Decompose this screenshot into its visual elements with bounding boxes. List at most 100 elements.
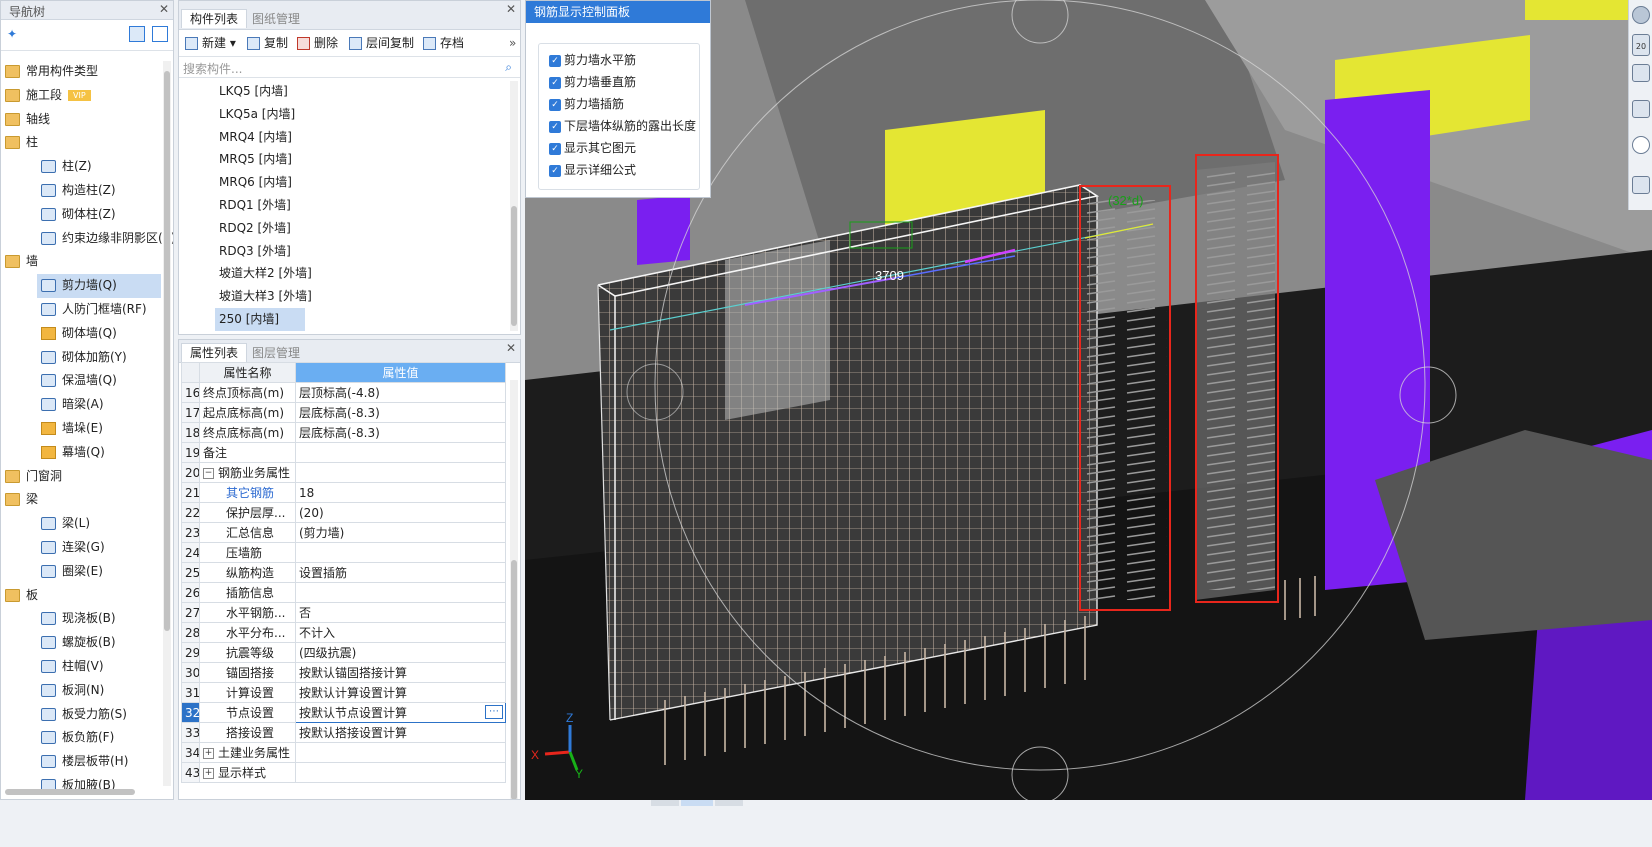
properties-scrollbar[interactable] (510, 380, 518, 799)
status-tab-3[interactable] (715, 800, 743, 806)
nav-tree-hscrollbar[interactable] (5, 789, 135, 795)
property-value[interactable]: 按默认搭接设置计算 (295, 722, 506, 743)
property-row[interactable]: 24 压墙筋 (181, 542, 506, 563)
detail-view-icon[interactable] (152, 26, 168, 42)
sphere-view-icon[interactable] (1632, 6, 1650, 24)
nav-item[interactable]: 砌体墙(Q) (1, 322, 159, 346)
tab-properties[interactable]: 属性列表 (181, 343, 248, 362)
property-row[interactable]: 18 终点底标高(m) 层底标高(-8.3) (181, 422, 506, 443)
box-view-icon[interactable] (1632, 100, 1650, 118)
checkbox-icon[interactable]: ✓ (549, 76, 561, 89)
property-value[interactable] (295, 742, 506, 763)
nav-item[interactable]: 砌体加筋(Y) (1, 346, 159, 370)
nav-item[interactable]: 暗梁(A) (1, 393, 159, 417)
sparkle-icon[interactable]: ✦ (7, 27, 17, 41)
nav-item[interactable]: 梁 (1, 488, 159, 512)
property-row[interactable]: 19 备注 (181, 442, 506, 463)
property-value[interactable]: 层顶标高(-4.8) (295, 382, 506, 403)
component-list-item[interactable]: 250 [内墙] (215, 307, 305, 331)
rebar-option-checkbox[interactable]: ✓ 剪力墙插筋 (549, 96, 624, 112)
component-list-item[interactable]: RDQ1 [外墙] (179, 194, 509, 217)
property-row[interactable]: 34 + 土建业务属性 (181, 742, 506, 763)
nav-item[interactable]: 施工段 VIP (1, 84, 159, 108)
close-icon[interactable]: ✕ (506, 2, 516, 16)
nav-item[interactable]: 圈梁(E) (1, 560, 159, 584)
rebar-option-checkbox[interactable]: ✓ 显示其它图元 (549, 140, 636, 156)
delete-button[interactable]: 删除 (297, 34, 338, 52)
property-row[interactable]: 25 纵筋构造 设置插筋 (181, 562, 506, 583)
nav-item[interactable]: 板洞(N) (1, 679, 159, 703)
property-row[interactable]: 33 搭接设置 按默认搭接设置计算 (181, 722, 506, 743)
component-list-item[interactable]: MRQ6 [内墙] (179, 171, 509, 194)
property-value[interactable]: 按默认节点设置计算 ⋯ (295, 702, 506, 723)
component-list-item[interactable]: MRQ5 [内墙] (179, 148, 509, 171)
checkbox-icon[interactable]: ✓ (549, 120, 561, 133)
rebar-option-checkbox[interactable]: ✓ 下层墙体纵筋的露出长度 (549, 118, 696, 134)
property-value[interactable] (295, 582, 506, 603)
expand-icon[interactable]: + (203, 748, 214, 759)
nav-item[interactable]: 保温墙(Q) (1, 369, 159, 393)
nav-item[interactable]: 板负筋(F) (1, 726, 159, 750)
nav-item[interactable]: 常用构件类型 (1, 60, 159, 84)
nav-item[interactable]: 人防门框墙(RF) (1, 298, 159, 322)
nav-item[interactable]: 约束边缘非阴影区(Z) (1, 227, 173, 251)
property-value[interactable]: 否 (295, 602, 506, 623)
nav-item[interactable]: 墙 (1, 250, 159, 274)
property-row[interactable]: 22 保护层厚... (20) (181, 502, 506, 523)
component-list-item[interactable]: RDQ3 [外墙] (179, 240, 509, 263)
nav-item[interactable]: 门窗洞 (1, 465, 159, 489)
more-icon[interactable]: » (509, 34, 516, 52)
nav-item[interactable]: 轴线 (1, 108, 159, 132)
nav-item[interactable]: 柱(Z) (1, 155, 159, 179)
property-row[interactable]: 31 计算设置 按默认计算设置计算 (181, 682, 506, 703)
property-row[interactable]: 29 抗震等级 (四级抗震) (181, 642, 506, 663)
nav-tree-scrollbar[interactable] (163, 61, 171, 786)
property-row[interactable]: 28 水平分布... 不计入 (181, 622, 506, 643)
property-value[interactable]: 按默认锚固搭接计算 (295, 662, 506, 683)
property-value[interactable] (295, 542, 506, 563)
new-button[interactable]: 新建 ▾ (185, 34, 236, 52)
nav-item[interactable]: 砌体柱(Z) (1, 203, 159, 227)
nav-item[interactable]: 柱 (1, 131, 159, 155)
nav-item[interactable]: 楼层板带(H) (1, 750, 159, 774)
copy-button[interactable]: 复制 (247, 34, 288, 52)
floor-copy-button[interactable]: 层间复制 (349, 34, 414, 52)
property-value[interactable]: 设置插筋 (295, 562, 506, 583)
rebar-option-checkbox[interactable]: ✓ 剪力墙垂直筋 (549, 74, 636, 90)
property-row[interactable]: 32 节点设置 按默认节点设置计算 ⋯ (181, 702, 506, 723)
property-row[interactable]: 43 + 显示样式 (181, 762, 506, 783)
rebar-option-checkbox[interactable]: ✓ 显示详细公式 (549, 162, 636, 178)
search-icon[interactable]: ⌕ (505, 60, 512, 75)
property-value[interactable]: 按默认计算设置计算 (295, 682, 506, 703)
component-list-item[interactable]: RDQ2 [外墙] (179, 217, 509, 240)
list-view-icon[interactable] (129, 26, 145, 42)
status-tab-2[interactable] (681, 800, 713, 806)
property-value[interactable]: 不计入 (295, 622, 506, 643)
property-value[interactable]: 层底标高(-8.3) (295, 422, 506, 443)
status-tab-1[interactable] (651, 800, 679, 806)
nav-item[interactable]: 墙垛(E) (1, 417, 159, 441)
nav-item[interactable]: 现浇板(B) (1, 607, 159, 631)
archive-button[interactable]: 存档 (423, 34, 464, 52)
nav-item[interactable]: 幕墙(Q) (1, 441, 159, 465)
component-list-item[interactable]: MRQ4 [内墙] (179, 126, 509, 149)
component-list-item[interactable]: 坡道大样2 [外墙] (179, 262, 509, 285)
property-value[interactable]: (四级抗震) (295, 642, 506, 663)
property-value[interactable] (295, 442, 506, 463)
tab-component-list[interactable]: 构件列表 (181, 9, 248, 28)
property-value[interactable] (295, 762, 506, 783)
property-value[interactable]: (剪力墙) (295, 522, 506, 543)
nav-item[interactable]: 板 (1, 584, 159, 608)
tab-drawing-manage[interactable]: 图纸管理 (243, 9, 309, 29)
property-row[interactable]: 30 锚固搭接 按默认锚固搭接计算 (181, 662, 506, 683)
checkbox-icon[interactable]: ✓ (549, 164, 561, 177)
property-row[interactable]: 26 插筋信息 (181, 582, 506, 603)
property-value[interactable]: (20) (295, 502, 506, 523)
expand-icon[interactable]: − (203, 468, 214, 479)
nav-item[interactable]: 梁(L) (1, 512, 159, 536)
property-value[interactable]: 18 (295, 482, 506, 503)
property-value[interactable] (295, 462, 506, 483)
expand-icon[interactable]: + (203, 768, 214, 779)
property-row[interactable]: 20− 钢筋业务属性 (181, 462, 506, 483)
grid-view-icon[interactable] (1632, 176, 1650, 194)
